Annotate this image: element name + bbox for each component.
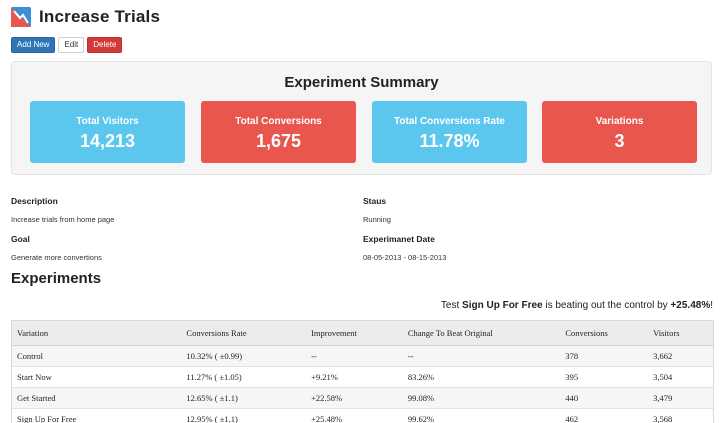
card-value: 11.78% — [419, 131, 480, 151]
table-cell: +25.48% — [306, 408, 403, 423]
column-header[interactable]: Conversions — [560, 321, 649, 346]
goal-value: Generate more convertions — [11, 253, 102, 262]
add-new-button[interactable]: Add New — [11, 37, 56, 53]
experiment-summary-panel: Experiment Summary Total Visitors 14,213… — [11, 61, 712, 175]
variations-card: Variations 3 — [542, 101, 697, 163]
table-cell: 378 — [560, 345, 649, 367]
table-cell: 395 — [560, 366, 649, 388]
date-value: 08-05-2013 - 08-15-2013 — [363, 253, 447, 262]
table-cell: -- — [306, 345, 403, 367]
edit-button[interactable]: Edit — [58, 37, 85, 53]
table-cell: 99.08% — [402, 387, 561, 409]
header: Increase Trials — [11, 7, 160, 27]
table-row[interactable]: Start Now 11.27% ( ±1.05) +9.21% 83.26% … — [12, 366, 713, 388]
summary-title: Experiment Summary — [284, 74, 439, 91]
table-cell: Sign Up For Free — [12, 408, 182, 423]
total-conversions-rate-card: Total Conversions Rate 11.78% — [372, 101, 527, 163]
table-header-row: Variation Conversions Rate Improvement C… — [12, 321, 713, 346]
total-conversions-card: Total Conversions 1,675 — [201, 101, 356, 163]
status-value: Running — [363, 215, 391, 224]
table-cell: 440 — [560, 387, 649, 409]
table-row[interactable]: Get Started 12.65% ( ±1.1) +22.58% 99.08… — [12, 387, 713, 409]
description-value: Increase trials from home page — [11, 215, 115, 224]
table-cell: Start Now — [12, 366, 182, 388]
goal-label: Goal — [11, 234, 30, 244]
column-header[interactable]: Conversions Rate — [181, 321, 307, 346]
column-header[interactable]: Improvement — [306, 321, 403, 346]
delete-button[interactable]: Delete — [87, 37, 123, 53]
table-cell: Get Started — [12, 387, 182, 409]
table-cell: 12.95% ( ±1.1) — [181, 408, 307, 423]
table-cell: 3,479 — [648, 387, 713, 409]
card-label: Variations — [595, 116, 644, 127]
card-value: 1,675 — [255, 131, 302, 151]
table-row[interactable]: Sign Up For Free 12.95% ( ±1.1) +25.48% … — [12, 408, 713, 423]
table-cell: Control — [12, 345, 182, 367]
card-label: Total Conversions Rate — [394, 116, 505, 127]
toolbar: Add New Edit Delete — [11, 37, 123, 53]
table-cell: 3,568 — [648, 408, 713, 423]
total-visitors-card: Total Visitors 14,213 — [30, 101, 185, 163]
experiments-title: Experiments — [11, 270, 102, 287]
card-label: Total Visitors — [76, 116, 139, 127]
description-label: Description — [11, 196, 58, 206]
page-title: Increase Trials — [39, 7, 161, 26]
table-cell: 99.62% — [402, 408, 561, 423]
winner-middle: is beating out the control by — [542, 300, 671, 311]
experiments-table: Variation Conversions Rate Improvement C… — [12, 321, 713, 423]
winner-value: +25.48% — [670, 300, 711, 311]
table-cell: 462 — [560, 408, 649, 423]
table-cell: 10.32% ( ±0.99) — [181, 345, 307, 367]
table-cell: +22.58% — [306, 387, 403, 409]
table-cell: 3,504 — [648, 366, 713, 388]
winner-prefix: Test — [440, 300, 463, 311]
card-value: 3 — [614, 131, 625, 151]
column-header[interactable]: Visitors — [648, 321, 713, 346]
table-cell: 3,662 — [648, 345, 713, 367]
table-cell: +9.21% — [306, 366, 403, 388]
winner-variation: Sign Up For Free — [462, 300, 543, 311]
experiments-table-container: Variation Conversions Rate Improvement C… — [11, 320, 714, 423]
table-cell: 11.27% ( ±1.05) — [181, 366, 307, 388]
date-label: Experimanet Date — [363, 234, 435, 244]
winner-summary: Test Sign Up For Free is beating out the… — [441, 300, 713, 311]
table-cell: 12.65% ( ±1.1) — [181, 387, 307, 409]
logo-icon — [11, 7, 31, 27]
table-row[interactable]: Control 10.32% ( ±0.99) -- -- 378 3,662 — [12, 345, 713, 367]
table-cell: 83.26% — [402, 366, 561, 388]
winner-suffix: ! — [710, 300, 713, 311]
table-cell: -- — [402, 345, 561, 367]
column-header[interactable]: Variation — [12, 321, 182, 346]
status-label: Staus — [363, 196, 387, 206]
column-header[interactable]: Change To Beat Original — [402, 321, 561, 346]
card-value: 14,213 — [79, 131, 136, 151]
card-label: Total Conversions — [235, 116, 322, 127]
